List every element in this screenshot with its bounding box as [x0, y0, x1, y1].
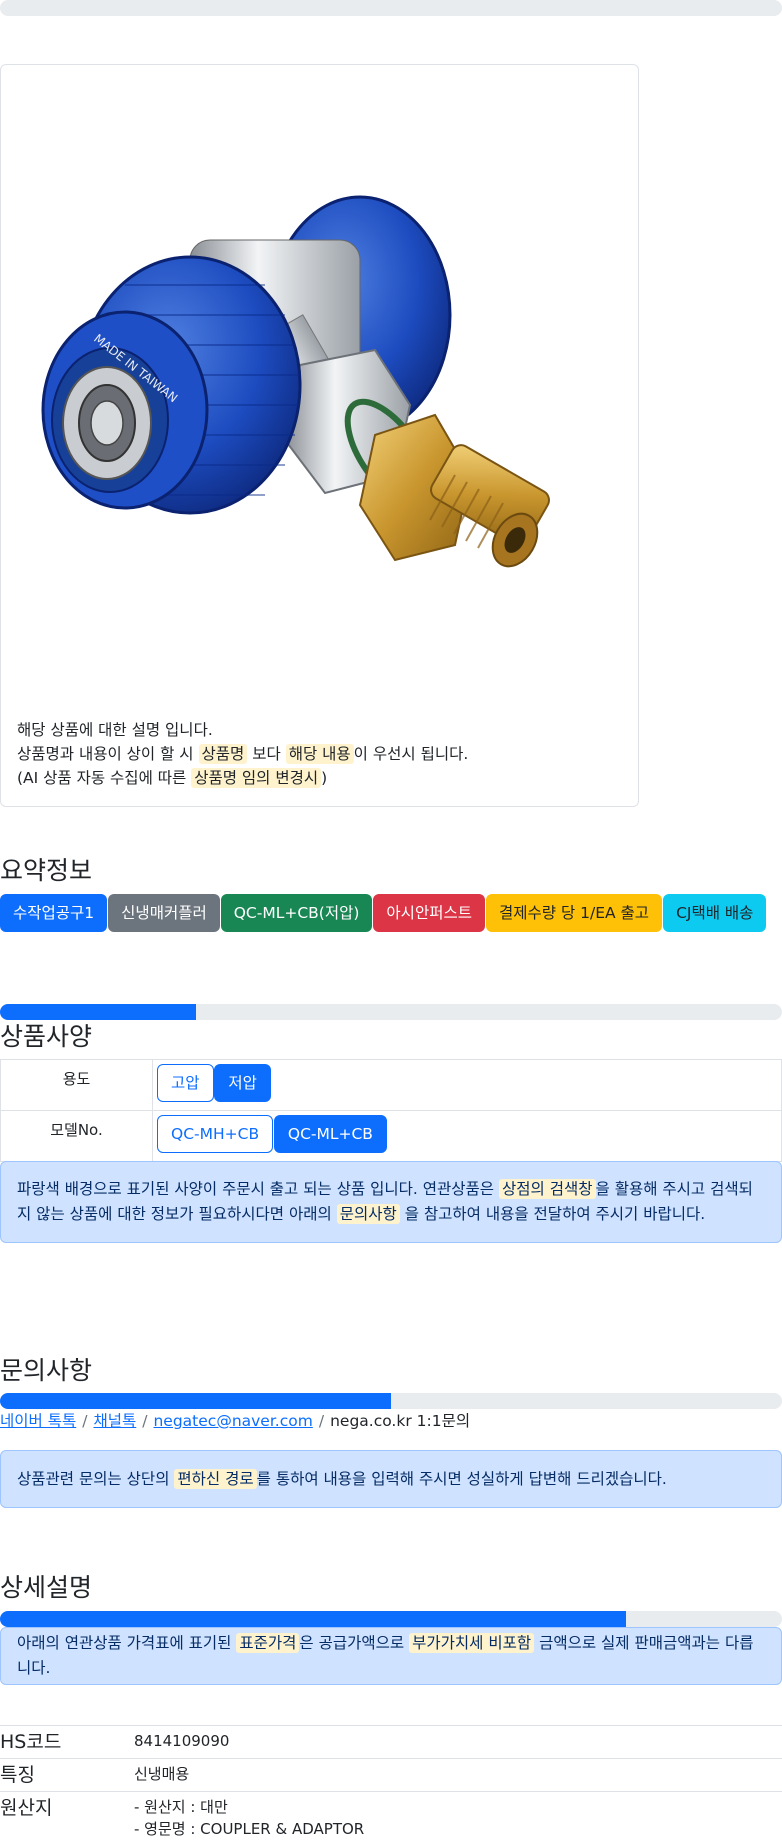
- badge-quantity: 결제수량 당 1/EA 출고: [485, 894, 663, 932]
- top-progress: [0, 0, 782, 16]
- desc-text: 이 우선시 됩니다.: [353, 745, 469, 763]
- detail-heading: 상세설명: [0, 1573, 93, 1602]
- option-low-pressure[interactable]: 저압: [214, 1064, 271, 1102]
- email-link[interactable]: negatec@naver.com: [153, 1412, 312, 1430]
- highlight-content: 해당 내용: [285, 744, 354, 764]
- notice-text: 상품관련 문의는 상단의: [17, 1469, 170, 1488]
- badge-type: 신냉매커플러: [108, 894, 220, 932]
- summary-heading: 요약정보: [0, 856, 93, 885]
- detail-row-feature: 특징 신냉매용: [0, 1758, 782, 1792]
- detail-value: - 원산지 : 대만 - 영문명 : COUPLER & ADAPTOR: [134, 1791, 782, 1840]
- spec-row-model: 모델No. QC-MH+CB QC-ML+CB: [0, 1110, 782, 1162]
- option-high-pressure[interactable]: 고압: [157, 1064, 214, 1102]
- highlight-name-change: 상품명 임의 변경시: [191, 768, 322, 788]
- highlight-route: 편하신 경로: [174, 1468, 257, 1489]
- highlight-store-search: 상점의 검색창: [499, 1179, 596, 1199]
- option-model-mh[interactable]: QC-MH+CB: [157, 1115, 274, 1153]
- detail-value: 신냉매용: [134, 1758, 782, 1792]
- separator: /: [318, 1412, 325, 1430]
- inquiry-links: 네이버 톡톡 / 채널톡 / negatec@naver.com / nega.co.kr …: [0, 1409, 470, 1431]
- naver-talktalk-link[interactable]: 네이버 톡톡: [0, 1412, 76, 1430]
- desc-text: 상품명과 내용이 상이 할 시: [17, 745, 194, 763]
- highlight-standard-price: 표준가격: [236, 1633, 300, 1653]
- spec-table: 용도 고압 저압 모델No. QC-MH+CB QC-ML+CB: [0, 1059, 782, 1162]
- inquiry-heading: 문의사항: [0, 1356, 93, 1385]
- desc-text: (AI 상품 자동 수집에 따른: [17, 769, 187, 787]
- detail-row-hscode: HS코드 8414109090: [0, 1725, 782, 1759]
- notice-text: 를 통하여 내용을 입력해 주시면 성실하게 답변해 드리겠습니다.: [256, 1469, 667, 1488]
- spec-row-usage: 용도 고압 저압: [0, 1059, 782, 1111]
- highlight-product-name: 상품명: [198, 744, 248, 764]
- notice-text: 아래의 연관상품 가격표에 표기된: [17, 1634, 232, 1652]
- notice-text: 은 공급가액으로: [299, 1634, 405, 1652]
- summary-badges: 수작업공구1 신냉매커플러 QC-ML+CB(저압) 아시안퍼스트 결제수량 당…: [0, 894, 767, 932]
- product-image: MADE IN TAIWAN: [41, 195, 550, 568]
- product-description: 해당 상품에 대한 설명 입니다. 상품명과 내용이 상이 할 시 상품명 보다…: [17, 718, 468, 790]
- spec-options: QC-MH+CB QC-ML+CB: [152, 1110, 782, 1162]
- desc-text: 보다: [252, 745, 281, 763]
- channeltalk-link[interactable]: 채널톡: [93, 1412, 136, 1430]
- detail-progress-fill: [0, 1611, 626, 1627]
- separator: /: [142, 1412, 148, 1430]
- badge-shipping: CJ택배 배송: [663, 894, 767, 932]
- inquiry-progress-fill: [0, 1393, 391, 1409]
- desc-line-2: 상품명과 내용이 상이 할 시 상품명 보다 해당 내용 이 우선시 됩니다.: [17, 742, 468, 766]
- notice-text: 파랑색 배경으로 표기된 사양이 주문시 출고 되는 상품 입니다. 연관상품은: [17, 1180, 495, 1198]
- spec-heading: 상품사양: [0, 1022, 93, 1051]
- product-card: MADE IN TAIWAN 해당 상품에 대한 설명 입니다. 상품명과 내용…: [0, 64, 639, 807]
- badge-model: QC-ML+CB(저압): [220, 894, 373, 932]
- notice-text: 을 참고하여 내용을 전달하여 주시기 바랍니다.: [404, 1205, 706, 1223]
- detail-key: HS코드: [0, 1725, 134, 1759]
- desc-text: ): [321, 769, 328, 787]
- desc-line-3: (AI 상품 자동 수집에 따른 상품명 임의 변경시): [17, 766, 468, 790]
- detail-progress: [0, 1611, 782, 1627]
- origin-english-name: - 영문명 : COUPLER & ADAPTOR: [134, 1820, 365, 1838]
- spec-progress: [0, 1004, 782, 1020]
- spec-options: 고압 저압: [152, 1059, 782, 1111]
- badge-category: 수작업공구1: [0, 894, 108, 932]
- separator: /: [82, 1412, 88, 1430]
- badge-brand: 아시안퍼스트: [373, 894, 485, 932]
- spec-label: 모델No.: [0, 1110, 153, 1162]
- detail-value: 8414109090: [134, 1725, 782, 1759]
- spec-notice: 파랑색 배경으로 표기된 사양이 주문시 출고 되는 상품 입니다. 연관상품은…: [0, 1161, 782, 1243]
- option-model-ml[interactable]: QC-ML+CB: [273, 1115, 387, 1153]
- inquiry-progress: [0, 1393, 782, 1409]
- origin-country: - 원산지 : 대만: [134, 1798, 228, 1816]
- desc-line-1: 해당 상품에 대한 설명 입니다.: [17, 721, 213, 739]
- detail-notice: 아래의 연관상품 가격표에 표기된 표준가격 은 공급가액으로 부가가치세 비포함…: [0, 1627, 782, 1685]
- inquiry-notice: 상품관련 문의는 상단의 편하신 경로 를 통하여 내용을 입력해 주시면 성실하…: [0, 1450, 782, 1508]
- highlight-inquiry: 문의사항: [336, 1204, 400, 1224]
- detail-key: 특징: [0, 1758, 134, 1792]
- highlight-vat-excluded: 부가가치세 비포함: [409, 1633, 535, 1653]
- site-inquiry-text: nega.co.kr 1:1문의: [330, 1412, 471, 1430]
- detail-key: 원산지: [0, 1791, 134, 1840]
- detail-table: HS코드 8414109090 특징 신냉매용 원산지 - 원산지 : 대만 -…: [0, 1725, 782, 1840]
- detail-row-origin: 원산지 - 원산지 : 대만 - 영문명 : COUPLER & ADAPTOR: [0, 1791, 782, 1840]
- spec-label: 용도: [0, 1059, 153, 1111]
